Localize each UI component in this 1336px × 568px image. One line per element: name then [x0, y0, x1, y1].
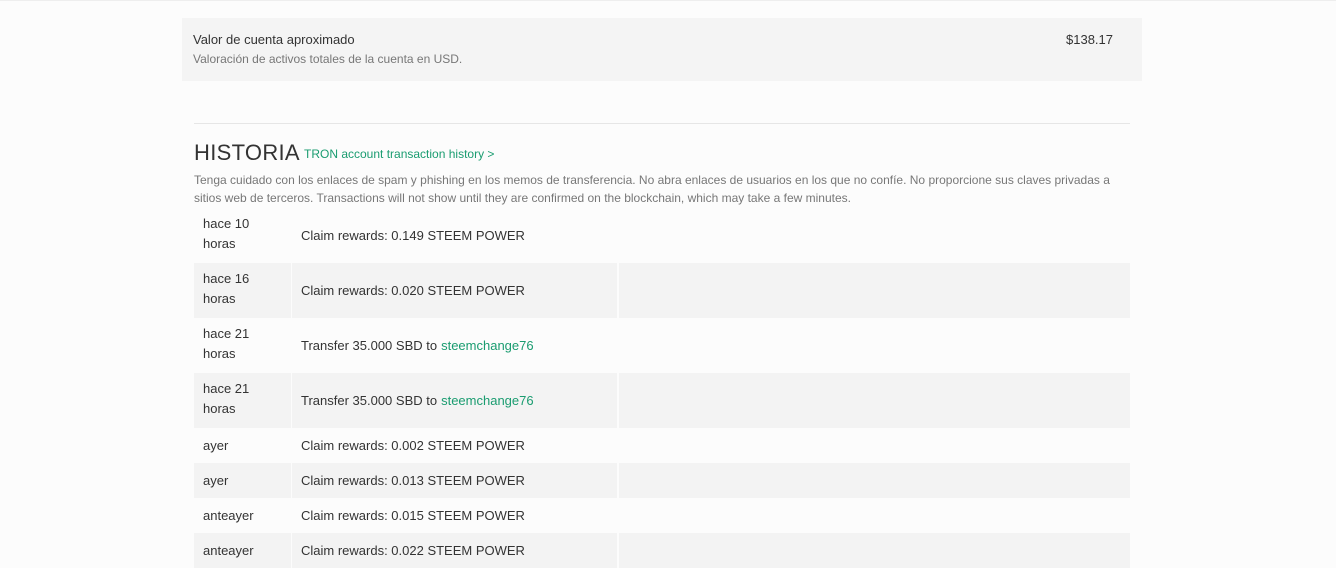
tron-history-link[interactable]: TRON account transaction history > [304, 147, 494, 161]
tx-time: anteayer [194, 498, 292, 533]
table-row: hace 10 horas Claim rewards: 0.149 STEEM… [194, 208, 1130, 263]
tx-operation: Claim rewards: 0.022 STEEM POWER [292, 533, 619, 568]
tx-operation: Transfer 35.000 SBD to steemchange76 [292, 318, 619, 373]
table-row: anteayer Claim rewards: 0.015 STEEM POWE… [194, 498, 1130, 533]
tx-time: hace 16 horas [194, 263, 292, 318]
table-row: ayer Claim rewards: 0.002 STEEM POWER [194, 428, 1130, 463]
tx-time: ayer [194, 428, 292, 463]
tx-operation-text: Claim rewards: 0.022 STEEM POWER [301, 542, 525, 558]
tx-time: hace 21 horas [194, 373, 292, 428]
tx-memo [619, 263, 1130, 318]
account-value-amount: $138.17 [1066, 32, 1113, 47]
tx-memo [619, 533, 1130, 568]
tx-operation-text: Transfer 35.000 SBD to [301, 337, 438, 353]
tx-operation: Claim rewards: 0.149 STEEM POWER [292, 208, 619, 263]
account-value-description: Valoración de activos totales de la cuen… [193, 52, 463, 66]
tx-memo [619, 373, 1130, 428]
tx-memo [619, 208, 1130, 263]
tx-memo [619, 428, 1130, 463]
tx-time: hace 10 horas [194, 208, 292, 263]
table-row: ayer Claim rewards: 0.013 STEEM POWER [194, 463, 1130, 498]
tx-operation-text: Claim rewards: 0.149 STEEM POWER [301, 227, 525, 243]
tx-memo [619, 318, 1130, 373]
table-row: hace 21 horas Transfer 35.000 SBD to ste… [194, 373, 1130, 428]
tx-operation-text: Claim rewards: 0.002 STEEM POWER [301, 437, 525, 453]
account-value-panel: Valor de cuenta aproximado Valoración de… [182, 18, 1142, 81]
tx-time: hace 21 horas [194, 318, 292, 373]
tx-operation: Claim rewards: 0.020 STEEM POWER [292, 263, 619, 318]
tx-memo [619, 498, 1130, 533]
tx-operation: Claim rewards: 0.002 STEEM POWER [292, 428, 619, 463]
tx-operation-text: Claim rewards: 0.013 STEEM POWER [301, 472, 525, 488]
tx-time: anteayer [194, 533, 292, 568]
tx-operation: Transfer 35.000 SBD to steemchange76 [292, 373, 619, 428]
tx-user-link[interactable]: steemchange76 [441, 391, 534, 411]
table-row: anteayer Claim rewards: 0.022 STEEM POWE… [194, 533, 1130, 568]
tx-operation: Claim rewards: 0.013 STEEM POWER [292, 463, 619, 498]
phishing-warning: Tenga cuidado con los enlaces de spam y … [194, 173, 1110, 205]
table-row: hace 21 horas Transfer 35.000 SBD to ste… [194, 318, 1130, 373]
section-divider [194, 123, 1130, 124]
top-divider [0, 0, 1336, 1]
transaction-history-table: hace 10 horas Claim rewards: 0.149 STEEM… [194, 208, 1130, 568]
account-value-label: Valor de cuenta aproximado [193, 32, 355, 47]
tx-operation-text: Claim rewards: 0.015 STEEM POWER [301, 507, 525, 523]
tx-memo [619, 463, 1130, 498]
history-title: HISTORIA [194, 140, 300, 165]
tx-operation-text: Transfer 35.000 SBD to [301, 392, 438, 408]
tx-time: ayer [194, 463, 292, 498]
tx-operation-text: Claim rewards: 0.020 STEEM POWER [301, 282, 525, 298]
tx-operation: Claim rewards: 0.015 STEEM POWER [292, 498, 619, 533]
table-row: hace 16 horas Claim rewards: 0.020 STEEM… [194, 263, 1130, 318]
tx-user-link[interactable]: steemchange76 [441, 336, 534, 356]
